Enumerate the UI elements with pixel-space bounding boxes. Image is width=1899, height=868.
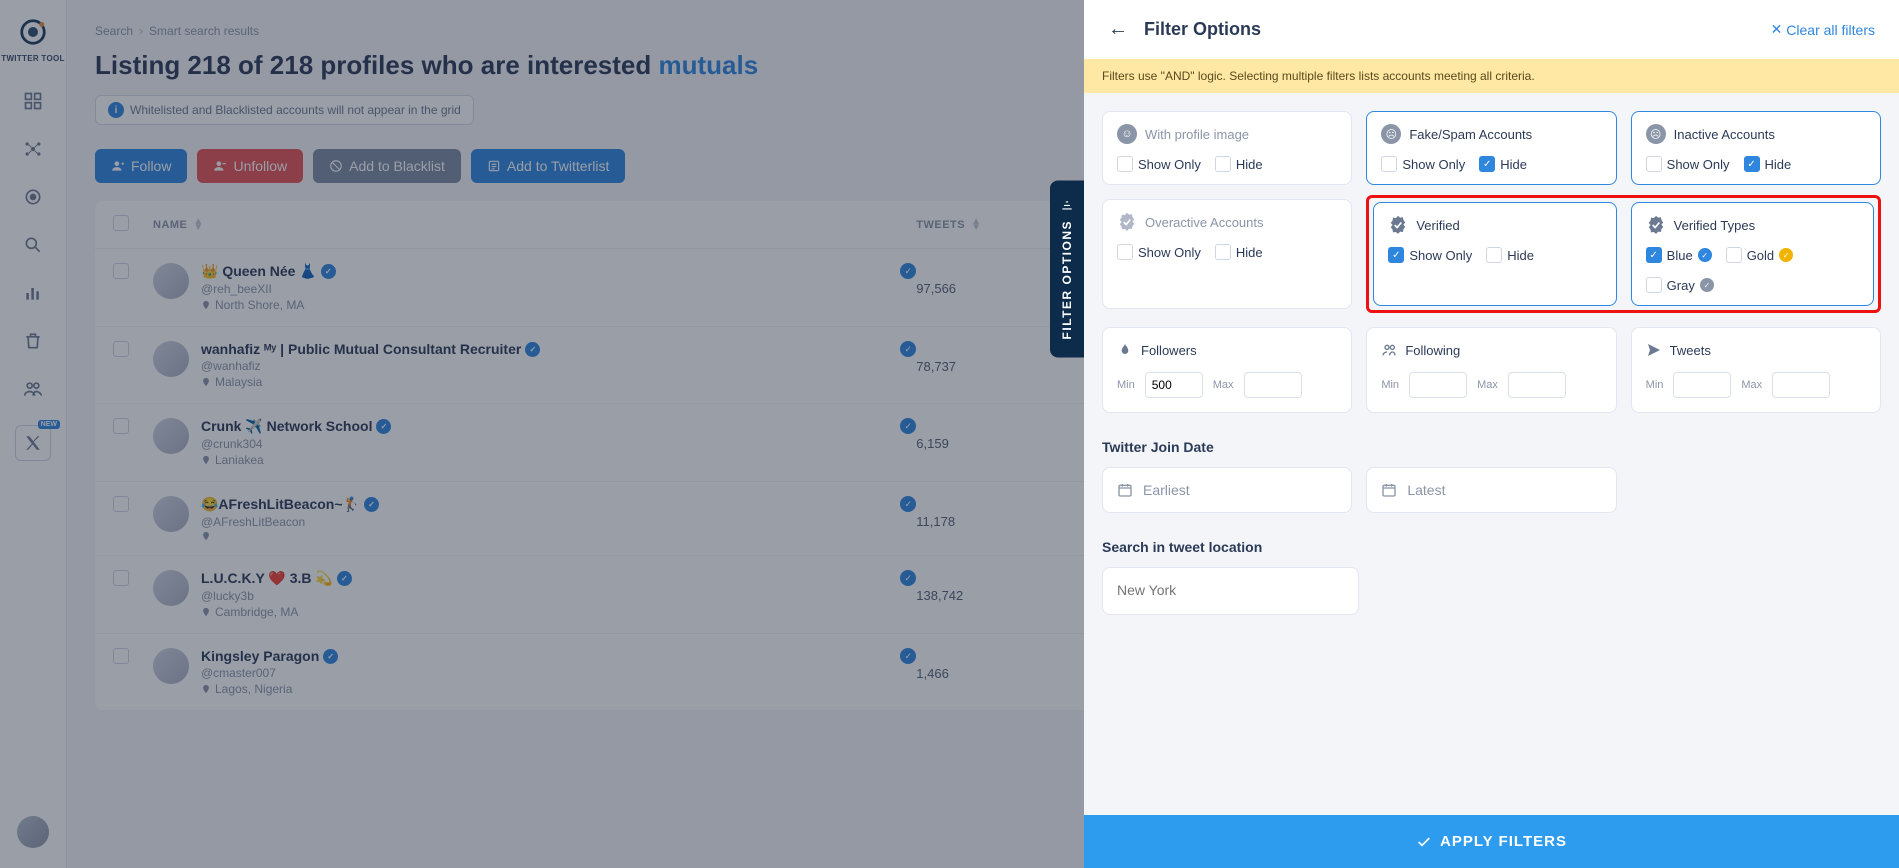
panel-header: ← Filter Options ✕ Clear all filters xyxy=(1084,0,1899,59)
tweets-max-input[interactable] xyxy=(1772,372,1830,398)
show-only-checkbox[interactable]: ✓Show Only xyxy=(1388,247,1472,263)
filter-options-tab[interactable]: FILTER OPTIONS xyxy=(1050,180,1084,357)
send-icon xyxy=(1646,342,1662,358)
verified-types-card: Verified Types ✓Blue✓ Gold✓ Gray✓ xyxy=(1631,202,1874,306)
tweets-range: Tweets Min Max xyxy=(1631,327,1881,413)
clear-all-filters[interactable]: ✕ Clear all filters xyxy=(1771,21,1875,38)
fake-spam-card: ☹Fake/Spam Accounts Show Only ✓Hide xyxy=(1366,111,1616,185)
location-search xyxy=(1102,567,1359,615)
following-icon xyxy=(1381,342,1397,358)
verified-icon xyxy=(1646,215,1666,235)
hide-checkbox[interactable]: Hide xyxy=(1215,244,1263,260)
followers-min-input[interactable] xyxy=(1145,372,1203,398)
earliest-date[interactable]: Earliest xyxy=(1102,467,1352,513)
highlight-box: Verified ✓Show Only Hide Verified Types … xyxy=(1366,195,1881,313)
join-date-label: Twitter Join Date xyxy=(1102,439,1881,455)
verified-icon xyxy=(1388,215,1408,235)
calendar-icon xyxy=(1381,482,1397,498)
back-arrow-icon[interactable]: ← xyxy=(1108,18,1128,41)
overactive-card: Overactive Accounts Show Only Hide xyxy=(1102,199,1352,309)
show-only-checkbox[interactable]: Show Only xyxy=(1646,156,1730,172)
latest-date[interactable]: Latest xyxy=(1366,467,1616,513)
close-icon: ✕ xyxy=(1771,21,1783,38)
frown-icon: ☹ xyxy=(1646,124,1666,144)
filter-panel: ← Filter Options ✕ Clear all filters Fil… xyxy=(1084,0,1899,868)
gold-checkbox[interactable]: Gold✓ xyxy=(1726,247,1793,263)
verified-icon xyxy=(1117,212,1137,232)
profile-icon: ☺ xyxy=(1117,124,1137,144)
gray-checkbox[interactable]: Gray✓ xyxy=(1646,277,1714,293)
panel-title: Filter Options xyxy=(1144,19,1261,40)
calendar-icon xyxy=(1117,482,1133,498)
hide-checkbox[interactable]: ✓Hide xyxy=(1744,156,1792,172)
gold-badge-icon: ✓ xyxy=(1779,248,1793,262)
show-only-checkbox[interactable]: Show Only xyxy=(1117,156,1201,172)
hide-checkbox[interactable]: ✓Hide xyxy=(1479,156,1527,172)
followers-range: Followers Min Max xyxy=(1102,327,1352,413)
following-max-input[interactable] xyxy=(1508,372,1566,398)
blue-checkbox[interactable]: ✓Blue✓ xyxy=(1646,247,1712,263)
location-label: Search in tweet location xyxy=(1102,539,1881,555)
profile-image-card: ☺With profile image Show Only Hide xyxy=(1102,111,1352,185)
followers-max-input[interactable] xyxy=(1244,372,1302,398)
flame-icon xyxy=(1117,342,1133,358)
hide-checkbox[interactable]: Hide xyxy=(1215,156,1263,172)
hide-checkbox[interactable]: Hide xyxy=(1486,247,1534,263)
following-min-input[interactable] xyxy=(1409,372,1467,398)
location-input[interactable] xyxy=(1117,582,1344,598)
tweets-min-input[interactable] xyxy=(1673,372,1731,398)
check-icon xyxy=(1416,834,1432,850)
verified-card: Verified ✓Show Only Hide xyxy=(1373,202,1616,306)
filter-notice: Filters use "AND" logic. Selecting multi… xyxy=(1084,59,1899,93)
show-only-checkbox[interactable]: Show Only xyxy=(1117,244,1201,260)
gray-badge-icon: ✓ xyxy=(1700,278,1714,292)
apply-filters-button[interactable]: APPLY FILTERS xyxy=(1084,815,1899,868)
following-range: Following Min Max xyxy=(1366,327,1616,413)
inactive-card: ☹Inactive Accounts Show Only ✓Hide xyxy=(1631,111,1881,185)
blue-badge-icon: ✓ xyxy=(1698,248,1712,262)
show-only-checkbox[interactable]: Show Only xyxy=(1381,156,1465,172)
frown-icon: ☹ xyxy=(1381,124,1401,144)
